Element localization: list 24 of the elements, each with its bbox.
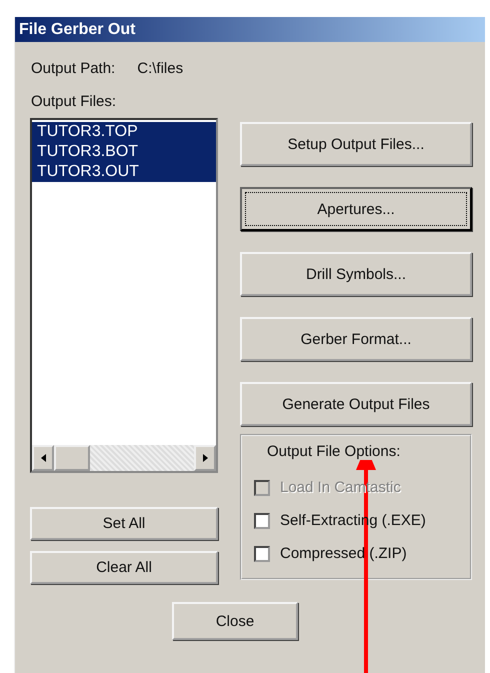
clear-all-button[interactable]: Clear All xyxy=(30,551,218,584)
output-files-list[interactable]: TUTOR3.TOP TUTOR3.BOT TUTOR3.OUT xyxy=(30,118,218,473)
action-button[interactable]: Apertures... xyxy=(240,187,472,231)
output-files-label: Output Files: xyxy=(31,93,116,110)
scroll-right-button[interactable] xyxy=(194,445,216,471)
output-path-value: C:\files xyxy=(137,60,184,77)
checkbox[interactable] xyxy=(254,546,270,562)
file-item[interactable]: TUTOR3.BOT xyxy=(32,142,216,162)
left-arrow-icon xyxy=(40,454,46,462)
action-button[interactable]: Generate Output Files xyxy=(240,382,472,426)
right-arrow-icon xyxy=(202,454,208,462)
close-button[interactable]: Close xyxy=(172,602,298,640)
action-button[interactable]: Gerber Format... xyxy=(240,317,472,361)
horizontal-scrollbar[interactable] xyxy=(32,445,216,471)
action-button[interactable]: Drill Symbols... xyxy=(240,252,472,296)
set-all-button[interactable]: Set All xyxy=(30,507,218,540)
scroll-thumb[interactable] xyxy=(54,445,90,471)
file-item[interactable]: TUTOR3.OUT xyxy=(32,162,216,182)
file-item[interactable]: TUTOR3.TOP xyxy=(32,122,216,142)
scroll-left-button[interactable] xyxy=(32,445,54,471)
action-button[interactable]: Setup Output Files... xyxy=(240,122,472,166)
output-path-label: Output Path: xyxy=(31,60,116,77)
window-title: File Gerber Out xyxy=(15,17,485,42)
checkbox[interactable] xyxy=(254,512,270,528)
